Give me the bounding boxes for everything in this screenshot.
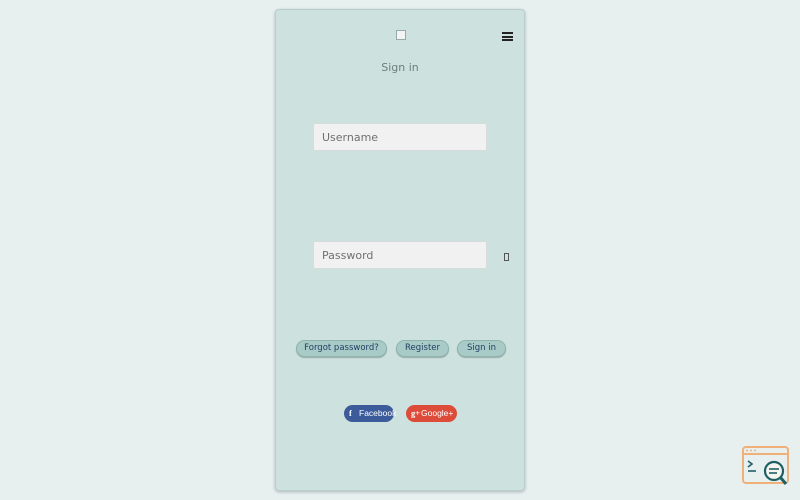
show-password-icon[interactable] xyxy=(504,253,509,261)
google-label: Google+ xyxy=(421,408,454,418)
hamburger-menu-icon[interactable] xyxy=(502,32,513,41)
facebook-login-button[interactable]: f Facebook xyxy=(344,405,397,422)
google-login-button[interactable]: g+Google+ xyxy=(406,405,457,422)
facebook-icon: f xyxy=(349,408,352,418)
password-input[interactable] xyxy=(313,241,487,269)
facebook-label: Facebook xyxy=(359,408,397,418)
broken-logo-image xyxy=(396,30,406,40)
forgot-password-button[interactable]: Forgot password? xyxy=(296,340,387,357)
username-input[interactable] xyxy=(313,123,487,151)
login-card: Sign in Forgot password? Register Sign i… xyxy=(275,9,525,491)
search-code-icon xyxy=(742,446,789,485)
sign-in-button[interactable]: Sign in xyxy=(457,340,506,357)
google-plus-icon: g+ xyxy=(411,408,421,418)
register-button[interactable]: Register xyxy=(396,340,449,357)
page-title: Sign in xyxy=(381,61,419,74)
